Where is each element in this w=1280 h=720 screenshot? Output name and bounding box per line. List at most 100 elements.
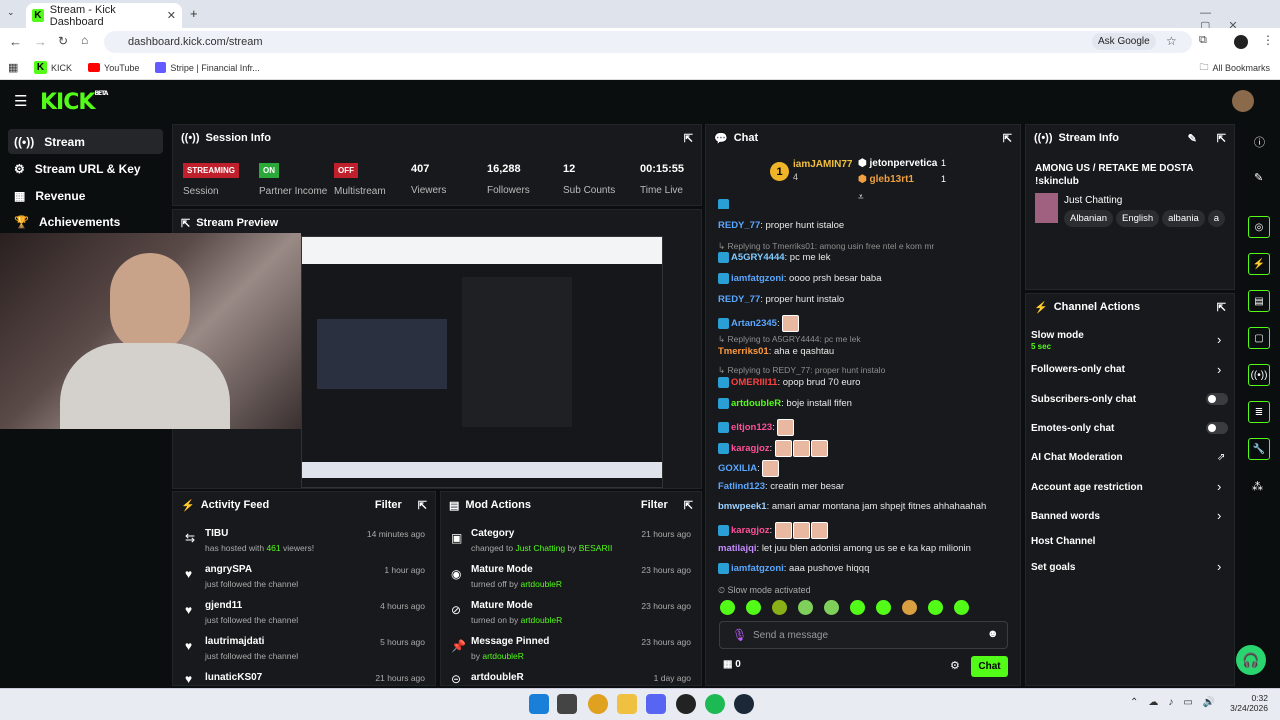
chat-username[interactable]: artdoubleR <box>731 398 781 409</box>
quick-action-button[interactable]: ▤ <box>1248 290 1270 312</box>
chevron-right-icon[interactable]: › <box>1217 479 1221 494</box>
start-icon[interactable] <box>529 694 549 714</box>
chat-points[interactable]: ▦ 0 <box>723 659 741 670</box>
popout-icon[interactable]: ⇱ <box>684 499 693 512</box>
extensions-icon[interactable]: ⧉ <box>1199 34 1207 47</box>
url-field[interactable]: dashboard.kick.com/stream <box>104 31 1192 53</box>
send-chat-button[interactable]: Chat <box>971 656 1008 677</box>
chat-username[interactable]: iamfatgzoni <box>731 563 784 574</box>
chat-username[interactable]: REDY_77 <box>718 220 760 231</box>
task-view-icon[interactable] <box>557 694 577 714</box>
spotify-icon[interactable] <box>705 694 725 714</box>
followers-only-action[interactable]: Followers-only chat <box>1031 364 1125 375</box>
bookmark-youtube[interactable]: YouTube <box>88 63 139 73</box>
reload-icon[interactable]: ↻ <box>58 34 68 48</box>
tag[interactable]: Albanian <box>1064 210 1113 227</box>
home-icon[interactable]: ⌂ <box>81 33 88 47</box>
emote-icon[interactable] <box>720 600 735 615</box>
emote-icon[interactable] <box>954 600 969 615</box>
mic-icon[interactable]: 🎙 <box>732 628 747 642</box>
chat-username[interactable]: GOXILIA <box>718 463 757 474</box>
clock[interactable]: 0:32 3/24/2026 <box>1228 693 1268 713</box>
bookmark-stripe[interactable]: Stripe | Financial Infr... <box>155 62 260 73</box>
discord-icon[interactable] <box>646 694 666 714</box>
all-bookmarks[interactable]: 🗀 All Bookmarks <box>1199 60 1270 76</box>
sidebar-item-achievements[interactable]: 🏆 Achievements <box>8 209 163 234</box>
support-button[interactable]: 🎧 <box>1236 645 1266 675</box>
quick-action-button[interactable]: ◎ <box>1248 216 1270 238</box>
edit-icon[interactable]: ✎ <box>1254 171 1263 184</box>
quick-action-button[interactable]: 🔧 <box>1248 438 1270 460</box>
stream-video[interactable] <box>301 236 663 488</box>
popout-icon[interactable]: ⇱ <box>684 132 693 145</box>
chat-settings-icon[interactable]: ⚙ <box>950 659 960 672</box>
top-gifter-name[interactable]: iamJAMIN77 <box>793 159 852 170</box>
subscribers-only-toggle[interactable] <box>1206 393 1228 405</box>
app-icon[interactable] <box>676 694 696 714</box>
chat-username[interactable]: A5GRY4444 <box>731 252 785 263</box>
menu-icon[interactable]: ☰ <box>14 92 27 110</box>
info-icon[interactable]: ⓘ <box>1254 134 1265 150</box>
star-icon[interactable]: ☆ <box>1166 34 1177 48</box>
host-channel-action[interactable]: Host Channel <box>1031 536 1095 547</box>
slow-mode-action[interactable]: Slow mode <box>1031 330 1084 341</box>
quick-action-button[interactable]: ((•)) <box>1248 364 1270 386</box>
new-tab-icon[interactable]: + <box>190 6 198 21</box>
ai-moderation-action[interactable]: AI Chat Moderation <box>1031 452 1123 463</box>
tag[interactable]: English <box>1115 210 1160 227</box>
apps-icon[interactable]: ⁂ <box>1252 480 1263 493</box>
quick-action-button[interactable]: ≣ <box>1248 401 1270 423</box>
subscribers-only-action[interactable]: Subscribers-only chat <box>1031 394 1136 405</box>
profile-avatar[interactable] <box>1234 35 1248 49</box>
chevron-right-icon[interactable]: › <box>1217 362 1221 377</box>
category-name[interactable]: Just Chatting <box>1064 195 1122 206</box>
chrome-icon[interactable] <box>588 694 608 714</box>
bookmark-kick[interactable]: K KICK <box>34 61 72 74</box>
popout-icon[interactable]: ⇱ <box>1003 132 1012 145</box>
steam-icon[interactable] <box>734 694 754 714</box>
sidebar-item-stream-url-key[interactable]: ⚙ Stream URL & Key <box>8 156 163 181</box>
set-goals-action[interactable]: Set goals <box>1031 562 1075 573</box>
emote-icon[interactable] <box>850 600 865 615</box>
ask-google-button[interactable]: Ask Google <box>1092 33 1156 50</box>
banned-words-action[interactable]: Banned words <box>1031 511 1100 522</box>
user-avatar[interactable] <box>1232 90 1254 112</box>
browser-tab[interactable]: K Stream - Kick Dashboard ✕ <box>26 3 182 28</box>
gifter-2[interactable]: ⬢ jetonpervetica <box>858 158 937 169</box>
quick-action-button[interactable]: ▢ <box>1248 327 1270 349</box>
chat-username[interactable]: bmwpeek1 <box>718 501 767 512</box>
chat-input[interactable]: 🎙 Send a message ☻ <box>719 621 1008 649</box>
emote-icon[interactable] <box>772 600 787 615</box>
quick-action-button[interactable]: ⚡ <box>1248 253 1270 275</box>
chat-username[interactable]: Tmerriks01 <box>718 346 769 357</box>
back-icon[interactable]: ← <box>9 34 22 49</box>
chat-username[interactable]: karagjoz <box>731 443 770 454</box>
chat-username[interactable]: OMERIII11 <box>731 377 777 388</box>
tag[interactable]: a <box>1207 210 1226 227</box>
edit-icon[interactable]: ✎ <box>1188 132 1197 145</box>
emote-icon[interactable] <box>798 600 813 615</box>
system-tray-icons[interactable]: ⌃☁♪▭🔊 <box>1130 697 1225 708</box>
chevron-right-icon[interactable]: › <box>1217 559 1221 574</box>
chevron-right-icon[interactable]: › <box>1217 332 1221 347</box>
filter-button[interactable]: Filter <box>375 499 402 511</box>
chat-username[interactable]: Fatlind123 <box>718 481 765 492</box>
tag[interactable]: albania <box>1162 210 1205 227</box>
chat-username[interactable]: eltjon123 <box>731 422 772 433</box>
popout-icon[interactable]: ⇱ <box>1217 132 1226 145</box>
emote-icon[interactable] <box>746 600 761 615</box>
forward-icon[interactable]: → <box>34 34 47 49</box>
emote-icon[interactable] <box>876 600 891 615</box>
chat-username[interactable]: REDY_77 <box>718 294 760 305</box>
emotes-only-action[interactable]: Emotes-only chat <box>1031 423 1114 434</box>
chat-username[interactable]: matilajqi <box>718 543 757 554</box>
chevron-right-icon[interactable]: › <box>1217 508 1221 523</box>
popout-icon[interactable]: ⇱ <box>418 499 427 512</box>
emote-icon[interactable] <box>928 600 943 615</box>
emotes-only-toggle[interactable] <box>1206 422 1228 434</box>
popout-icon[interactable]: ⇱ <box>1217 301 1226 314</box>
apps-icon[interactable]: ▦ <box>8 61 18 74</box>
emote-icon[interactable] <box>902 600 917 615</box>
file-explorer-icon[interactable] <box>617 694 637 714</box>
chat-username[interactable]: Artan2345 <box>731 318 777 329</box>
